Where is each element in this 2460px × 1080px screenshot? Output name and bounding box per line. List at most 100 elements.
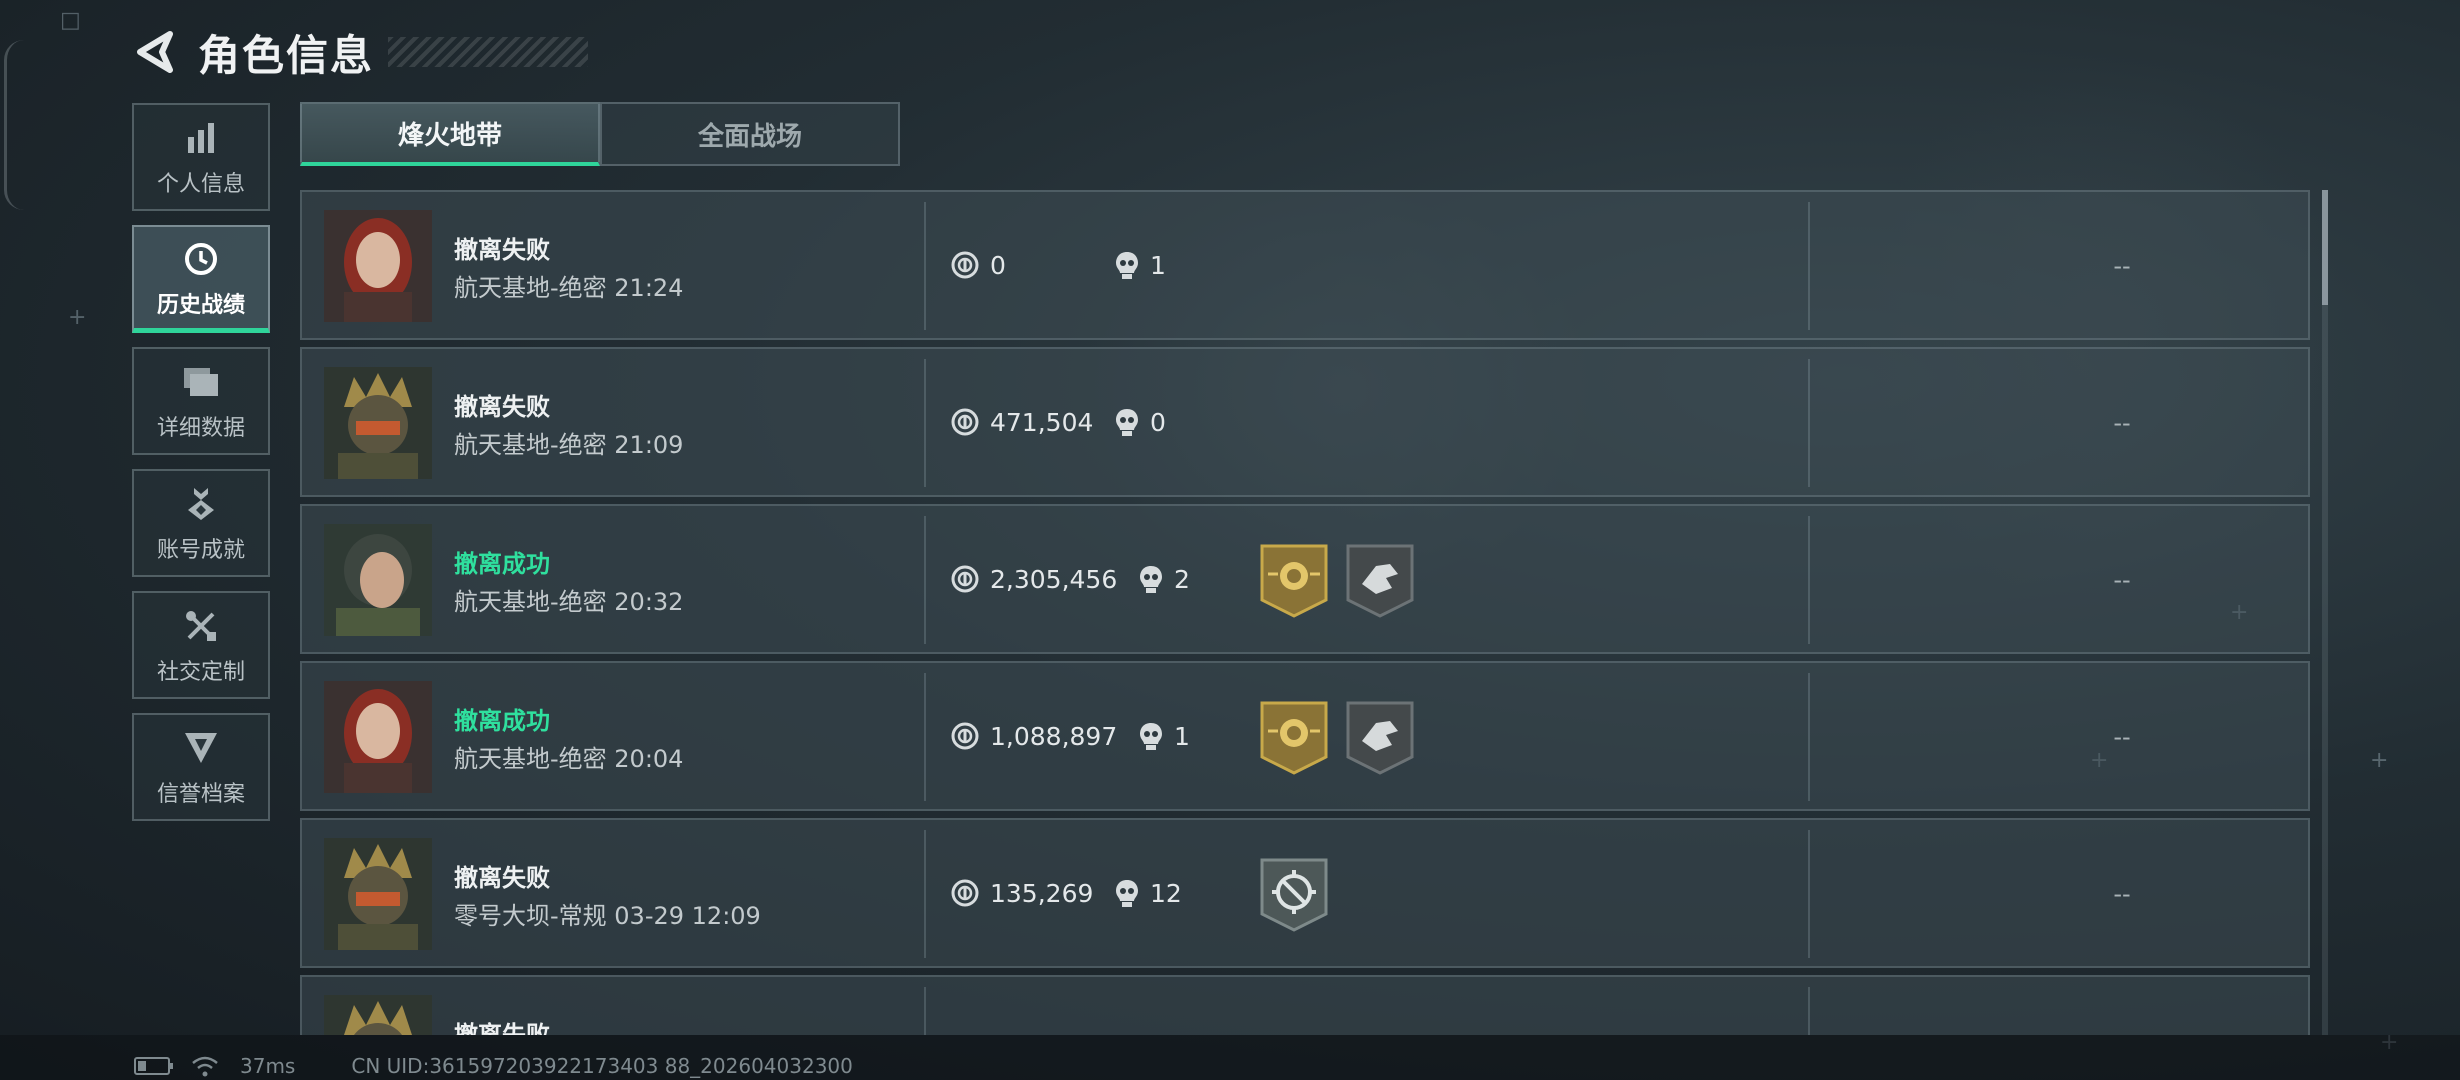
sidebar-item-personal-info[interactable]: 个人信息: [132, 103, 270, 211]
history-row[interactable]: 撤离成功 航天基地-绝密 20:04 1,088,897 1 --: [300, 661, 2310, 811]
coin-icon: [951, 408, 979, 436]
list-scrollbar[interactable]: [2322, 190, 2328, 1035]
operator-avatar: [324, 995, 432, 1035]
coin-value: 0: [950, 250, 1006, 280]
coin-amount: 135,269: [990, 878, 1094, 908]
coin-amount: 2,305,456: [990, 564, 1118, 594]
divider: [924, 516, 926, 644]
sidebar-item-history[interactable]: 历史战绩: [132, 225, 270, 333]
coin-value: 2,305,456: [950, 564, 1117, 594]
divider: [924, 202, 926, 330]
scrollbar-thumb[interactable]: [2322, 190, 2328, 305]
player-uid: CN UID:361597203922173403 88_20260403230…: [351, 1054, 853, 1078]
folders-icon: [182, 360, 220, 404]
extra-info: --: [2113, 409, 2131, 437]
operator-avatar: [324, 838, 432, 950]
status-info: 37ms CN UID:361597203922173403 88_202604…: [134, 1054, 853, 1078]
operator-avatar: [324, 367, 432, 479]
coin-icon: [951, 251, 979, 279]
kill-count: 1: [1114, 250, 1166, 280]
ping-value: 37ms: [240, 1054, 296, 1078]
coin-amount: 471,504: [990, 407, 1094, 437]
operator-avatar: [324, 210, 432, 322]
history-row[interactable]: 撤离失败 航天基地-绝密 21:09 471,504 0 --: [300, 347, 2310, 497]
coin-value: 135,269: [950, 878, 1093, 908]
gold-emblem-badge[interactable]: [1260, 544, 1328, 618]
history-row[interactable]: 撤离失败 零号大坝-常规 03-29 12:09 135,269 12 --: [300, 818, 2310, 968]
kill-amount: 0: [1150, 407, 1166, 437]
divider: [924, 673, 926, 801]
extraction-result: 撤离失败: [454, 864, 550, 892]
back-button[interactable]: [130, 27, 180, 77]
divider: [924, 987, 926, 1035]
extraction-result: 撤离失败: [454, 1021, 550, 1035]
sidebar-item-label: 信誉档案: [156, 782, 245, 807]
skull-icon: [1140, 723, 1162, 750]
sidebar-item-label: 个人信息: [156, 172, 245, 197]
divider: [1808, 830, 1810, 958]
extraction-result: 撤离成功: [454, 707, 550, 735]
map-time: 航天基地-绝密 20:04: [454, 745, 684, 773]
divider: [924, 830, 926, 958]
tools-icon: [183, 604, 219, 648]
divider: [1808, 359, 1810, 487]
kill-amount: 1: [1174, 721, 1190, 751]
sidebar-item-label: 详细数据: [156, 416, 245, 441]
map-time: 零号大坝-常规 03-29 12:09: [454, 902, 761, 930]
history-clock-icon: [183, 237, 219, 281]
sidebar-item-label: 账号成就: [156, 538, 245, 563]
tab-full-battlefield[interactable]: 全面战场: [600, 102, 900, 166]
history-row[interactable]: 撤离失败 航天基地-绝密 21:24 0 1 --: [300, 190, 2310, 340]
kill-amount: 1: [1150, 250, 1166, 280]
extra-info: --: [2113, 566, 2131, 594]
sidebar-item-label: 历史战绩: [156, 292, 245, 318]
extraction-result: 撤离失败: [454, 236, 550, 264]
extra-info: --: [2113, 880, 2131, 908]
sidebar-item-detail-data[interactable]: 详细数据: [132, 347, 270, 455]
extra-info: --: [2113, 252, 2131, 280]
operator-avatar: [324, 681, 432, 793]
crosshair-badge[interactable]: [1260, 858, 1328, 932]
history-row[interactable]: 撤离成功 航天基地-绝密 20:32 2,305,456 2 --: [300, 504, 2310, 654]
sidebar-item-social[interactable]: 社交定制: [132, 591, 270, 699]
operator-avatar: [324, 524, 432, 636]
back-arrow-icon: [137, 31, 173, 73]
skull-icon: [1116, 880, 1138, 907]
battery-icon: [134, 1057, 173, 1075]
coin-value: 471,504: [950, 407, 1093, 437]
kill-count: 1: [1138, 721, 1190, 751]
achievement-medal-icon: [184, 482, 218, 526]
divider: [1808, 516, 1810, 644]
divider: [1808, 673, 1810, 801]
kill-amount: 12: [1150, 878, 1182, 908]
page-title: 角色信息: [198, 30, 375, 80]
mode-tabs: 烽火地带 全面战场: [300, 102, 900, 166]
sidebar: 个人信息 历史战绩 详细数据 账号成就 社交定制 信誉档案: [132, 103, 270, 835]
bar-chart-icon: [184, 116, 218, 160]
divider: [1808, 202, 1810, 330]
history-row[interactable]: 撤离失败: [300, 975, 2310, 1035]
skull-icon: [1116, 252, 1138, 279]
gray-hand-badge[interactable]: [1346, 544, 1414, 618]
map-time: 航天基地-绝密 21:09: [454, 431, 684, 459]
tab-beacon-zone[interactable]: 烽火地带: [300, 102, 600, 166]
divider: [924, 359, 926, 487]
coin-icon: [951, 722, 979, 750]
gray-hand-badge[interactable]: [1346, 701, 1414, 775]
coin-amount: 0: [990, 250, 1006, 280]
skull-icon: [1140, 566, 1162, 593]
map-time: 航天基地-绝密 20:32: [454, 588, 684, 616]
extra-info: --: [2113, 723, 2131, 751]
kill-count: 12: [1114, 878, 1182, 908]
sidebar-item-label: 社交定制: [156, 660, 245, 685]
kill-amount: 2: [1174, 564, 1190, 594]
history-list[interactable]: 撤离失败 航天基地-绝密 21:24 0 1 -- 撤离失败 航天基地-绝密 2…: [300, 190, 2310, 1035]
kill-count: 2: [1138, 564, 1190, 594]
gold-emblem-badge[interactable]: [1260, 701, 1328, 775]
coin-icon: [951, 879, 979, 907]
sidebar-item-credit[interactable]: 信誉档案: [132, 713, 270, 821]
coin-value: 1,088,897: [950, 721, 1117, 751]
credit-shield-icon: [183, 726, 219, 770]
coin-icon: [951, 565, 979, 593]
sidebar-item-achievements[interactable]: 账号成就: [132, 469, 270, 577]
